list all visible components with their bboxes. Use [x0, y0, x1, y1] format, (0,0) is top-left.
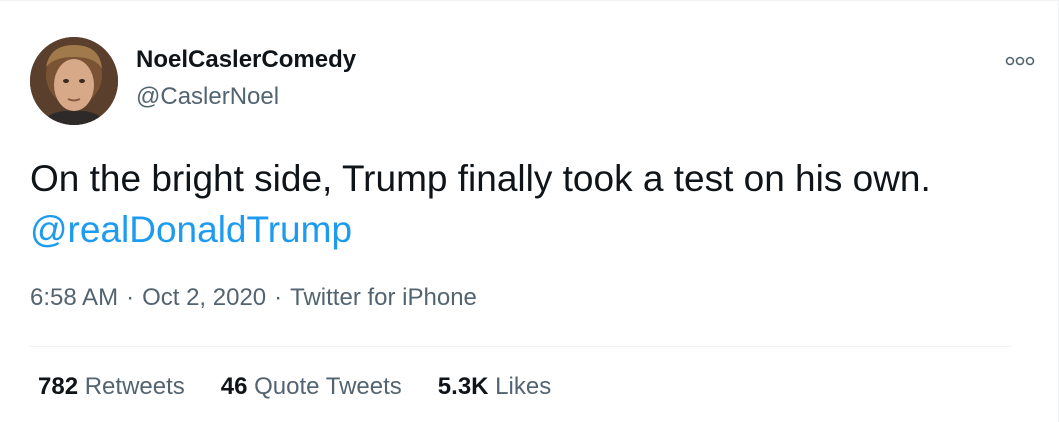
tweet-date[interactable]: Oct 2, 2020: [142, 284, 266, 311]
profile-photo-icon: [30, 37, 118, 125]
quote-tweets-count: 46: [220, 373, 248, 400]
tweet-text: On the bright side, Trump finally took a…: [30, 158, 931, 199]
retweets-stat[interactable]: 782 Retweets: [38, 373, 185, 401]
more-options-icon: [1005, 56, 1035, 66]
avatar[interactable]: [30, 37, 118, 125]
tweet-card: NoelCaslerComedy @CaslerNoel On the brig…: [0, 0, 1059, 422]
likes-count: 5.3K: [437, 373, 489, 400]
more-options-button[interactable]: [1002, 49, 1038, 73]
quote-tweets-label: Quote Tweets: [254, 373, 402, 400]
tweet-stats: 782 Retweets 46 Quote Tweets 5.3K Likes: [38, 373, 587, 401]
likes-label: Likes: [495, 373, 552, 400]
tweet-source[interactable]: Twitter for iPhone: [290, 284, 477, 311]
display-name[interactable]: NoelCaslerComedy: [136, 46, 356, 74]
tweet-metadata: 6:58 AM · Oct 2, 2020 · Twitter for iPhone: [30, 284, 477, 312]
retweets-count: 782: [38, 373, 79, 400]
retweets-label: Retweets: [84, 373, 185, 400]
likes-stat[interactable]: 5.3K Likes: [438, 373, 551, 401]
tweet-time[interactable]: 6:58 AM: [30, 284, 118, 311]
meta-separator: ·: [274, 284, 283, 311]
tweet-body: On the bright side, Trump finally took a…: [30, 153, 1030, 255]
user-handle[interactable]: @CaslerNoel: [136, 83, 279, 111]
quote-tweets-stat[interactable]: 46 Quote Tweets: [221, 373, 402, 401]
mention-link[interactable]: @realDonaldTrump: [30, 204, 1030, 255]
divider: [30, 346, 1012, 347]
meta-separator: ·: [126, 284, 135, 311]
